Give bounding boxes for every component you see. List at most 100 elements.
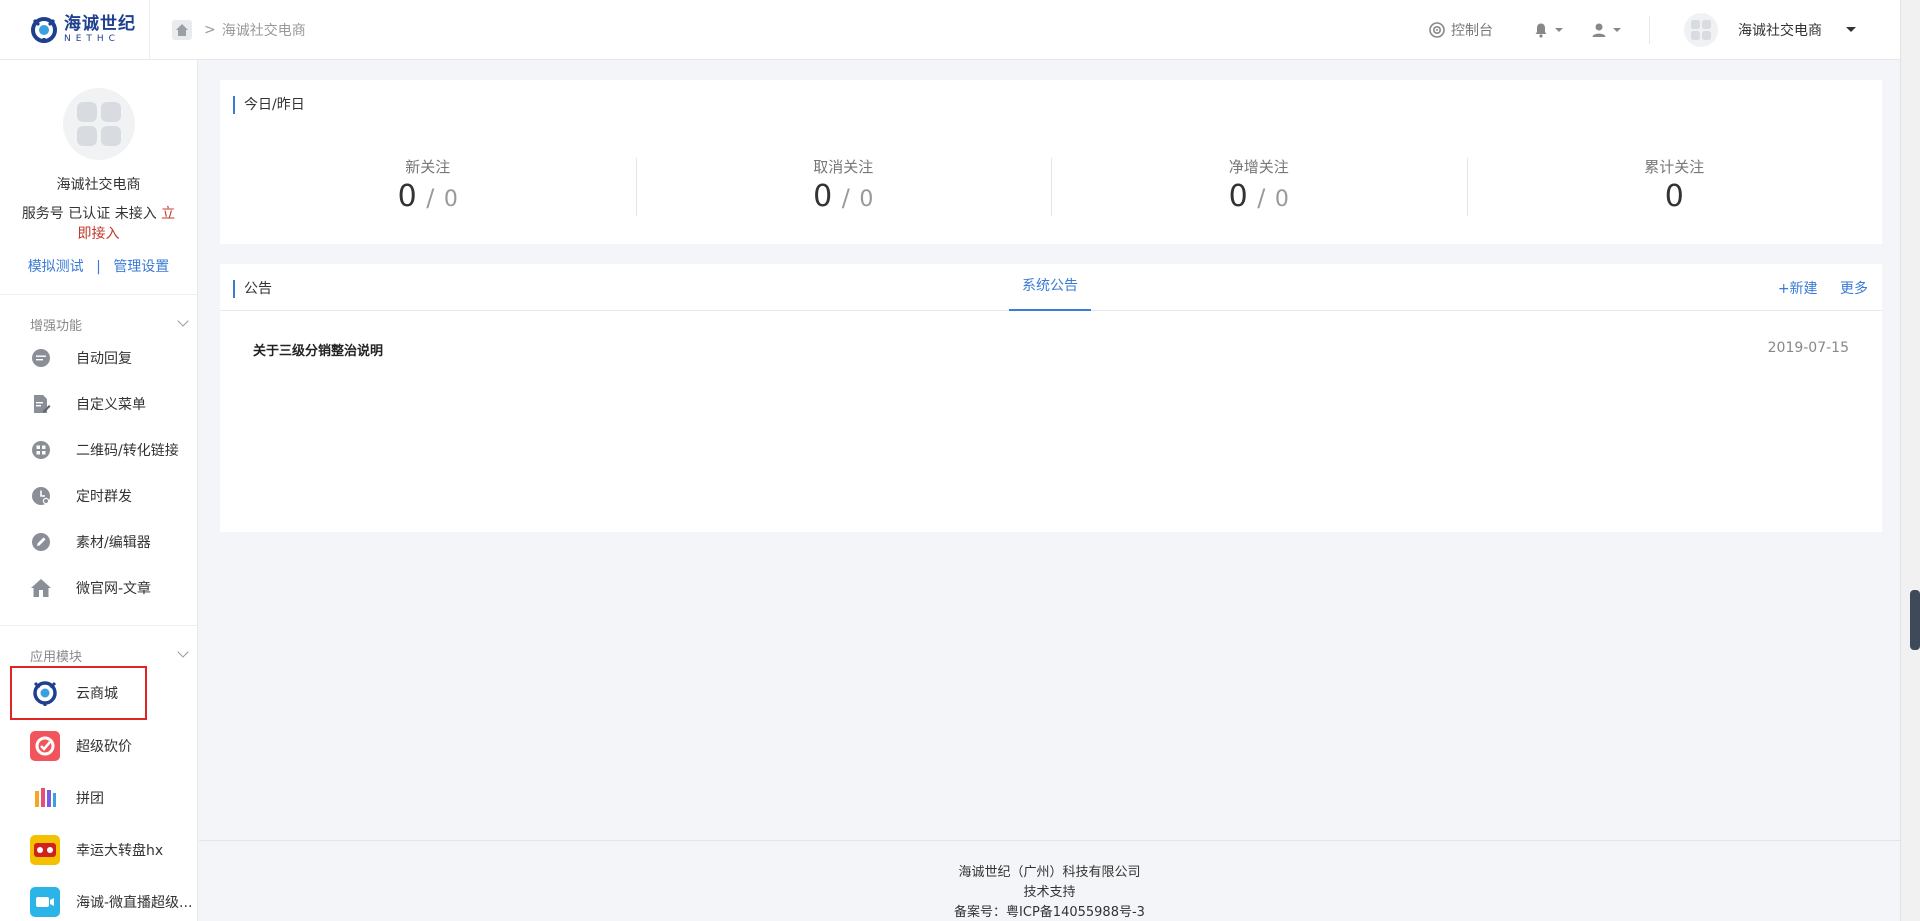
- sidebar-item-qrcode[interactable]: 二维码/转化链接: [0, 427, 197, 473]
- user-icon: [1592, 23, 1606, 37]
- account-avatar[interactable]: [1684, 12, 1718, 47]
- edit-doc-icon: [30, 393, 52, 415]
- cloud-mall-icon: [30, 678, 60, 708]
- list-item[interactable]: 关于三级分销整治说明 2019-07-15: [253, 340, 1849, 359]
- section-header-apps[interactable]: 应用模块: [0, 626, 197, 666]
- sidebar-item-label: 云商城: [76, 686, 118, 702]
- profile-links: 模拟测试 | 管理设置: [0, 256, 197, 276]
- stat-yesterday: 0: [859, 187, 874, 212]
- profile-name: 海诚社交电商: [56, 177, 141, 193]
- sidebar-item-cloud-mall[interactable]: 云商城: [10, 666, 147, 720]
- group-buy-icon: [30, 783, 60, 813]
- sidebar-item-label: 定时群发: [76, 489, 132, 505]
- sidebar-item-label: 海诚-微直播超级...: [76, 895, 193, 911]
- more-link[interactable]: 更多: [1840, 281, 1868, 297]
- sidebar-item-live-stream[interactable]: 海诚-微直播超级...: [0, 876, 197, 921]
- stat-new-follow: 新关注 0 / 0: [220, 148, 636, 238]
- footer-company: 海诚世纪（广州）科技有限公司: [958, 865, 1141, 880]
- stat-label: 净增关注: [1228, 158, 1289, 176]
- stat-separator: /: [426, 184, 435, 212]
- chevron-down-icon: [1613, 27, 1621, 32]
- profile-avatar: [62, 88, 135, 160]
- sidebar-item-lucky-wheel[interactable]: 幸运大转盘hx: [0, 824, 197, 876]
- section-apps: 应用模块 云商城 超级砍价 拼团 幸运大转盘hx 海诚-微直播超级...: [0, 625, 197, 921]
- chevron-down-icon: [177, 315, 189, 327]
- footer-support: 技术支持: [1023, 885, 1076, 900]
- stat-label: 取消关注: [813, 158, 874, 176]
- lucky-wheel-icon: [30, 835, 60, 865]
- user-menu-button[interactable]: [1591, 22, 1621, 38]
- simulate-test-link[interactable]: 模拟测试: [28, 259, 84, 275]
- app-grid-icon: [1691, 19, 1711, 40]
- sidebar-item-label: 自定义菜单: [76, 397, 146, 413]
- bargain-icon: [30, 731, 60, 761]
- page-scrollbar[interactable]: [1900, 0, 1920, 921]
- stat-today: 0: [813, 179, 833, 214]
- account-name[interactable]: 海诚社交电商: [1738, 20, 1822, 40]
- sidebar-item-auto-reply[interactable]: 自动回复: [0, 335, 197, 381]
- console-link[interactable]: 控制台: [1429, 20, 1493, 40]
- section-enhanced: 增强功能 自动回复 自定义菜单 二维码/转化链接 定时群发 素材/编辑器 微官网…: [0, 294, 197, 611]
- footer-icp[interactable]: 备案号：粤ICP备14055988号-3: [199, 903, 1900, 921]
- bell-icon: [1535, 23, 1547, 38]
- sidebar-item-materials[interactable]: 素材/编辑器: [0, 519, 197, 565]
- sidebar-item-label: 超级砍价: [76, 739, 132, 755]
- stats-row: 新关注 0 / 0 取消关注 0 / 0 净增关注 0 / 0 累计关注 0: [220, 148, 1882, 238]
- sidebar-item-label: 自动回复: [76, 351, 132, 367]
- section-header-enhanced[interactable]: 增强功能: [0, 295, 197, 335]
- top-bar: 海诚世纪 NETHC > 海诚社交电商 控制台 海诚社交电商: [0, 0, 1900, 60]
- profile-status: 服务号 已认证 未接入 立即接入: [18, 204, 179, 244]
- sidebar-item-group-buy[interactable]: 拼团: [0, 772, 197, 824]
- sidebar-item-label: 微官网-文章: [76, 581, 152, 597]
- section-title: 应用模块: [30, 649, 83, 665]
- sidebar-item-label: 素材/编辑器: [76, 535, 151, 551]
- app-grid-icon: [76, 102, 121, 146]
- stat-yesterday: 0: [443, 187, 458, 212]
- stat-total-follow: 累计关注 0: [1466, 148, 1883, 238]
- notice-card: 公告 系统公告 +新建 更多 关于三级分销整治说明 2019-07-15: [220, 264, 1882, 532]
- stat-today: 0: [397, 179, 417, 214]
- stat-yesterday: 0: [1274, 187, 1289, 212]
- tab-system-notice[interactable]: 系统公告: [1009, 264, 1091, 311]
- logo-mark-icon: [31, 16, 57, 43]
- dashboard-icon: [1429, 21, 1445, 38]
- card-title: 今日/昨日: [233, 96, 305, 114]
- stat-today: 0: [1664, 179, 1684, 214]
- scrollbar-thumb[interactable]: [1910, 590, 1920, 650]
- clock-icon: [30, 485, 52, 507]
- manage-settings-link[interactable]: 管理设置: [113, 259, 169, 275]
- live-icon: [30, 887, 60, 917]
- notification-button[interactable]: [1533, 22, 1563, 38]
- stat-label: 累计关注: [1644, 158, 1705, 176]
- sidebar-item-micro-site[interactable]: 微官网-文章: [0, 565, 197, 611]
- chevron-down-icon: [1555, 27, 1563, 32]
- account-dropdown-icon[interactable]: [1846, 27, 1856, 32]
- stat-unfollow: 取消关注 0 / 0: [635, 148, 1052, 238]
- stat-today: 0: [1228, 179, 1248, 214]
- breadcrumb[interactable]: 海诚社交电商: [222, 20, 306, 40]
- stat-net-follow: 净增关注 0 / 0: [1051, 148, 1467, 238]
- console-label: 控制台: [1451, 22, 1493, 39]
- notice-header: 公告 系统公告 +新建 更多: [220, 264, 1882, 311]
- notice-title[interactable]: 关于三级分销整治说明: [253, 340, 383, 359]
- breadcrumb-separator: >: [204, 21, 216, 38]
- section-title: 增强功能: [30, 318, 83, 334]
- status-text: 服务号 已认证 未接入: [21, 206, 157, 222]
- notice-date: 2019-07-15: [1767, 340, 1849, 356]
- qrcode-icon: [30, 439, 52, 461]
- main-content: 今日/昨日 新关注 0 / 0 取消关注 0 / 0 净增关注 0 / 0 累计…: [199, 60, 1900, 921]
- stat-separator: /: [1257, 184, 1266, 212]
- footer: 海诚世纪（广州）科技有限公司 技术支持 备案号：粤ICP备14055988号-3: [199, 840, 1900, 921]
- home-icon: [172, 19, 192, 40]
- sidebar-item-label: 二维码/转化链接: [76, 443, 179, 459]
- card-title: 公告: [233, 280, 272, 298]
- sidebar-item-scheduled-broadcast[interactable]: 定时群发: [0, 473, 197, 519]
- link-separator: |: [96, 259, 101, 275]
- sidebar-item-super-bargain[interactable]: 超级砍价: [0, 720, 197, 772]
- chat-icon: [30, 347, 52, 369]
- sidebar-item-custom-menu[interactable]: 自定义菜单: [0, 381, 197, 427]
- new-notice-button[interactable]: +新建: [1778, 281, 1818, 297]
- home-button[interactable]: [170, 18, 194, 42]
- logo-text: 海诚世纪: [64, 13, 136, 34]
- logo[interactable]: 海诚世纪 NETHC: [0, 0, 150, 60]
